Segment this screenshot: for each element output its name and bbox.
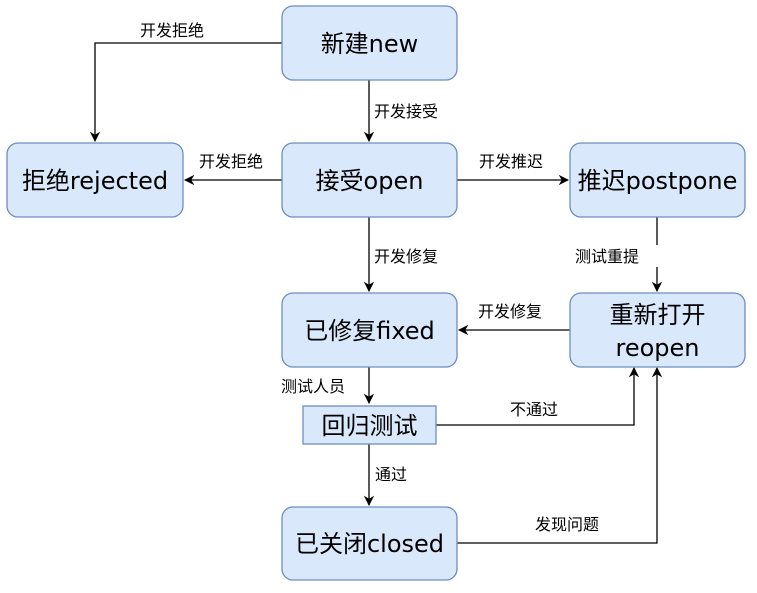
node-fixed: 已修复fixed xyxy=(281,292,458,368)
node-rejected: 拒绝rejected xyxy=(6,142,184,218)
node-postpone: 推迟postpone xyxy=(569,142,746,218)
node-label-open: 接受open xyxy=(316,167,424,195)
node-open: 接受open xyxy=(281,142,458,218)
edge-label-reopen-to-fixed: 开发修复 xyxy=(478,302,542,321)
edge-label-open-to-rejected: 开发拒绝 xyxy=(199,152,263,171)
nodes: 新建new 接受open 拒绝rejected 推迟postpone 已修复fi… xyxy=(6,5,746,581)
node-label-rejected: 拒绝rejected xyxy=(22,167,168,195)
edge-label-postpone-to-reopen: 测试重提 xyxy=(575,247,639,266)
edge-labels: 开发拒绝 开发接受 开发拒绝 开发推迟 开发修复 测试重提 开发修复 测试人员 … xyxy=(127,20,662,534)
node-label-closed: 已关闭closed xyxy=(295,530,444,558)
edge-label-open-to-postpone: 开发推迟 xyxy=(479,152,543,171)
node-label-postpone: 推迟postpone xyxy=(578,167,738,195)
node-label-reopen-line2: reopen xyxy=(616,334,700,362)
bug-lifecycle-diagram: 开发拒绝 开发接受 开发拒绝 开发推迟 开发修复 测试重提 开发修复 测试人员 … xyxy=(6,5,746,581)
node-regression: 回归测试 xyxy=(302,405,437,445)
edge-label-closed-to-reopen: 发现问题 xyxy=(535,515,599,534)
node-label-reopen-line1: 重新打开 xyxy=(610,301,706,329)
edge-label-new-to-open: 开发接受 xyxy=(374,102,438,121)
node-closed: 已关闭closed xyxy=(281,506,458,581)
node-reopen: 重新打开 reopen xyxy=(569,292,746,368)
edge-label-fixed-to-regression: 测试人员 xyxy=(281,377,345,396)
edge-new-to-rejected xyxy=(89,42,282,143)
node-label-new: 新建new xyxy=(321,30,419,58)
node-label-fixed: 已修复fixed xyxy=(304,317,435,345)
node-new: 新建new xyxy=(281,5,458,81)
edge-label-new-to-rejected: 开发拒绝 xyxy=(140,21,204,40)
edge-label-open-to-fixed: 开发修复 xyxy=(374,247,438,266)
node-label-regression: 回归测试 xyxy=(322,412,418,440)
edge-label-regression-to-reopen: 不通过 xyxy=(510,400,558,419)
edge-label-regression-to-closed: 通过 xyxy=(375,465,407,484)
